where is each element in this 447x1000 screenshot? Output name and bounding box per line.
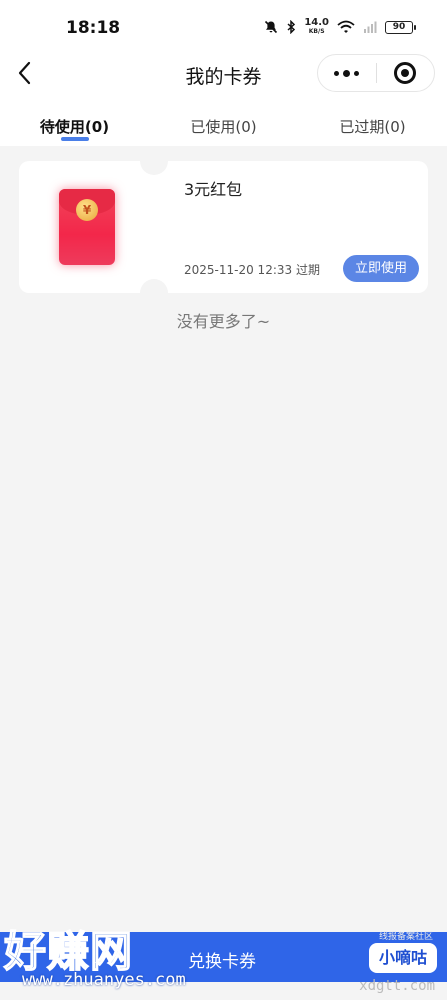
watermark-url: www.zhuanyes.com [22,970,186,990]
coupon-tabs: 待使用(0) 已使用(0) 已过期(0) [0,96,447,146]
network-speed: 14.0 KB/S [304,17,329,36]
signal-icon [364,21,377,33]
mute-icon [265,20,278,34]
list-end-text: 没有更多了~ [176,312,271,331]
status-icons: 14.0 KB/S 90 [264,17,416,36]
watermark-site: xdgtt.com [359,978,435,994]
use-now-button[interactable]: 立即使用 [343,255,419,282]
coupon-expire: 2025-11-20 12:33 过期 [184,263,320,277]
target-close-icon[interactable] [376,55,434,91]
red-envelope-icon: ¥ [59,189,115,265]
battery-icon: 90 [385,20,416,34]
tab-expired[interactable]: 已过期(0) [298,96,447,146]
chevron-left-icon[interactable] [14,58,38,88]
coin-icon: ¥ [76,199,98,221]
coupon-title: 3元红包 [184,180,243,199]
mini-program-capsule [317,54,435,92]
nav-bar: 我的卡券 [0,52,447,96]
redeem-coupon-label: 兑换卡券 [188,952,256,972]
bluetooth-icon [287,20,296,34]
coupon-notch-bottom [140,279,168,307]
status-time: 18:18 [66,18,121,38]
wifi-icon [337,20,355,33]
coupon-card[interactable]: ¥ 3元红包 2025-11-20 12:33 过期 立即使用 [19,147,428,307]
tab-used[interactable]: 已使用(0) [149,96,298,146]
watermark-brand: 小嘀咕 [369,943,437,973]
watermark-small-text: 线报备案社区 [378,932,433,942]
coupon-notch-top [140,147,168,175]
tab-unused[interactable]: 待使用(0) [0,96,149,146]
status-bar: 18:18 14.0 KB/S 90 [0,0,447,52]
more-dots-icon[interactable] [318,55,376,91]
